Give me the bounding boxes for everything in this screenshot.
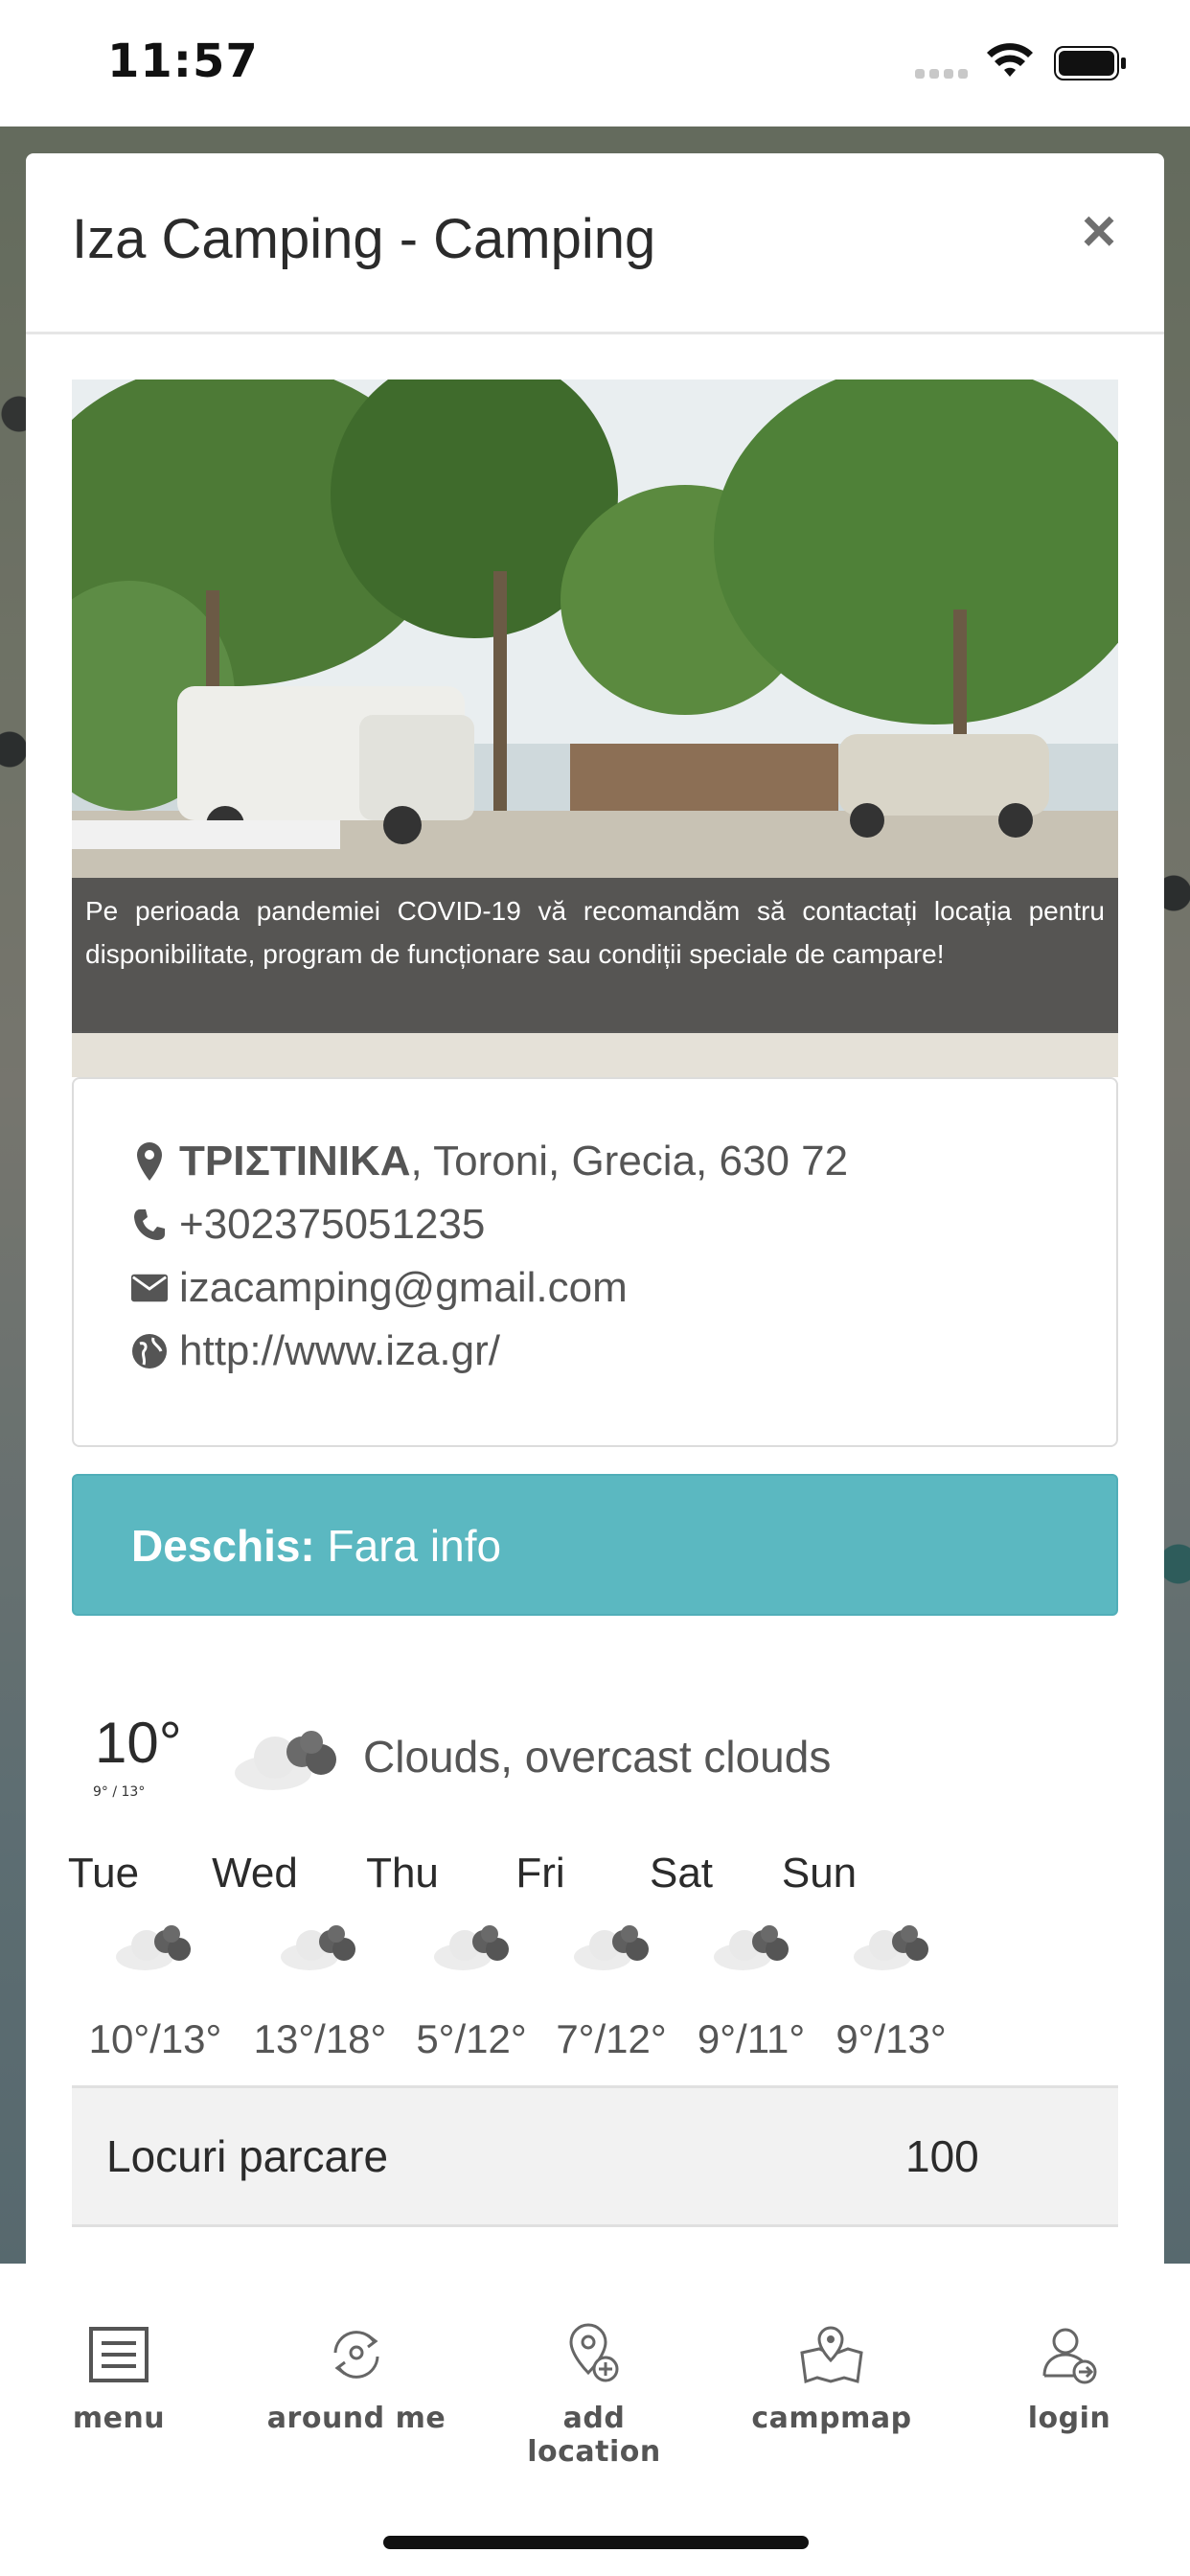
phone-number: +302375051235 xyxy=(179,1201,486,1248)
forecast-temp: 5°/12° xyxy=(416,2016,527,2061)
forecast-temp: 7°/12° xyxy=(556,2016,667,2061)
map-marker-icon xyxy=(131,1140,168,1183)
forecast-cloud-icon xyxy=(281,1925,355,1970)
tab-login[interactable]: login xyxy=(973,2312,1165,2435)
tab-label: menu xyxy=(72,2402,166,2435)
forecast-temp: 9°/11° xyxy=(697,2016,806,2061)
tab-label: add location xyxy=(527,2402,661,2469)
overcast-cloud-icon xyxy=(235,1731,336,1790)
wifi-icon xyxy=(987,43,1033,77)
envelope-icon xyxy=(131,1267,168,1309)
forecast-day: Fri xyxy=(515,1850,565,1897)
location-modal: Iza Camping - Camping × Pe perioada pand… xyxy=(26,153,1164,2300)
menu-icon xyxy=(23,2312,215,2398)
cellular-signal-icon xyxy=(915,69,973,80)
address-row[interactable]: ΤΡΙΣΤΙΝΙΚΑ, Toroni, Grecia, 630 72 xyxy=(131,1133,848,1190)
current-temperature: 10° xyxy=(95,1711,182,1775)
modal-title: Iza Camping - Camping xyxy=(72,208,656,270)
parking-spots-row: Locuri parcare 100 xyxy=(72,2085,1118,2227)
forecast-cloud-icon xyxy=(854,1925,928,1970)
opening-status: Deschis: Fara info xyxy=(72,1474,1118,1616)
website-row[interactable]: http://www.iza.gr/ xyxy=(131,1322,500,1380)
covid-notice: Pe perioada pandemiei COVID-19 vă recoma… xyxy=(72,878,1118,1033)
add-location-icon xyxy=(498,2312,690,2398)
forecast-day: Tue xyxy=(67,1850,140,1897)
around-me-icon xyxy=(261,2312,452,2398)
home-indicator[interactable] xyxy=(383,2536,809,2549)
weather-description: Clouds, overcast clouds xyxy=(363,1732,832,1782)
website-link[interactable]: http://www.iza.gr/ xyxy=(179,1327,500,1375)
email-row[interactable]: izacamping@gmail.com xyxy=(131,1259,628,1317)
forecast-temp: 9°/13° xyxy=(835,2016,947,2061)
email-address: izacamping@gmail.com xyxy=(179,1264,628,1311)
address-locality: ΤΡΙΣΤΙΝΙΚΑ xyxy=(179,1138,411,1184)
globe-icon xyxy=(131,1330,168,1372)
close-button[interactable]: × xyxy=(1070,202,1128,262)
parking-spots-value: 100 xyxy=(905,2131,979,2181)
modal-header: Iza Camping - Camping × xyxy=(26,153,1164,334)
phone-row[interactable]: +302375051235 xyxy=(131,1196,485,1254)
parking-spots-label: Locuri parcare xyxy=(106,2131,389,2181)
tab-campmap[interactable]: campmap xyxy=(736,2312,927,2435)
forecast-temp: 10°/13° xyxy=(88,2016,222,2061)
opening-value: Fara info xyxy=(327,1521,502,1571)
address-text: , Toroni, Grecia, 630 72 xyxy=(410,1138,849,1184)
current-temp-range: 9° / 13° xyxy=(93,1784,146,1800)
status-bar: 11:57 xyxy=(0,0,1190,126)
forecast-cloud-icon xyxy=(434,1925,509,1970)
forecast-cloud-icon xyxy=(714,1925,789,1970)
battery-icon xyxy=(1054,46,1126,80)
tab-label: around me xyxy=(266,2402,446,2435)
forecast-day: Thu xyxy=(366,1850,439,1897)
tab-label: campmap xyxy=(751,2402,912,2435)
forecast-cloud-icon xyxy=(116,1925,191,1970)
status-time: 11:57 xyxy=(107,34,259,88)
forecast-temp: 13°/18° xyxy=(253,2016,387,2061)
campsite-photo[interactable]: Pe perioada pandemiei COVID-19 vă recoma… xyxy=(72,380,1118,1077)
contact-card: ΤΡΙΣΤΙΝΙΚΑ, Toroni, Grecia, 630 72 +3023… xyxy=(72,1077,1118,1447)
forecast-cloud-icon xyxy=(574,1925,649,1970)
tab-around-me[interactable]: around me xyxy=(261,2312,452,2435)
opening-label: Deschis: xyxy=(131,1521,315,1571)
forecast-day: Wed xyxy=(212,1850,298,1897)
forecast-day: Sat xyxy=(649,1850,714,1897)
forecast-day: Sun xyxy=(781,1850,858,1897)
tab-add-location[interactable]: add location xyxy=(498,2312,690,2469)
phone-icon xyxy=(131,1204,168,1246)
tab-label: login xyxy=(1027,2402,1111,2435)
tab-menu[interactable]: menu xyxy=(23,2312,215,2435)
bottom-tab-bar: menu around me add location campmap logi… xyxy=(0,2264,1190,2576)
login-icon xyxy=(973,2312,1165,2398)
campmap-icon xyxy=(736,2312,927,2398)
